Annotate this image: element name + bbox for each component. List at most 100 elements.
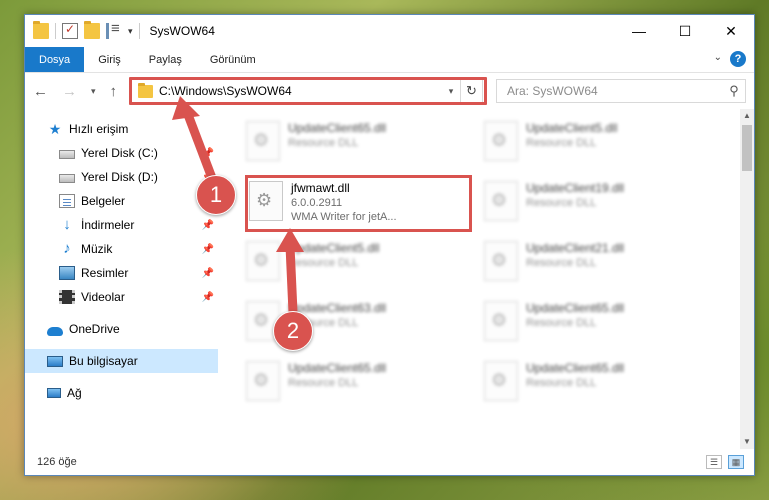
sidebar-item-network[interactable]: Ağ: [25, 381, 218, 405]
dll-file-icon: [484, 241, 518, 281]
scroll-up-icon[interactable]: ▲: [740, 109, 754, 123]
file-description: WMA Writer for jetA...: [291, 211, 397, 223]
recent-locations-chevron-icon[interactable]: ▾: [91, 86, 96, 97]
file-description: Resource DLL: [526, 257, 597, 269]
sidebar-item-label: Müzik: [81, 242, 113, 256]
navigation-buttons: ← → ▾ ↑: [25, 83, 117, 100]
music-icon: ♪: [63, 240, 71, 257]
vertical-scrollbar[interactable]: ▲ ▼: [740, 109, 754, 449]
file-item[interactable]: UpdateClient19.dll Resource DLL: [480, 177, 706, 227]
dll-file-icon: [484, 121, 518, 161]
tab-view[interactable]: Görünüm: [196, 47, 270, 72]
address-path[interactable]: C:\Windows\SysWOW64: [159, 84, 442, 98]
dll-file-icon: [484, 301, 518, 341]
explorer-window: ▾ SysWOW64 — ☐ ✕ Dosya Giriş Paylaş Görü…: [24, 14, 755, 476]
sidebar-item-onedrive[interactable]: OneDrive: [25, 317, 218, 341]
file-description: Resource DLL: [526, 137, 597, 149]
sidebar-item-local-disk-d[interactable]: Yerel Disk (D:) 📌: [25, 165, 218, 189]
address-dropdown-chevron-icon[interactable]: ▾: [442, 86, 460, 97]
file-item[interactable]: UpdateClient65.dll Resource DLL: [242, 117, 468, 167]
details-view-icon[interactable]: ☰: [706, 455, 722, 469]
search-box[interactable]: Ara: SysWOW64 ⚲: [496, 79, 746, 103]
pin-icon[interactable]: 📌: [202, 268, 214, 279]
sidebar-item-local-disk-c[interactable]: Yerel Disk (C:) 📌: [25, 141, 218, 165]
sidebar-item-label: OneDrive: [69, 322, 120, 336]
file-item[interactable]: UpdateClient21.dll Resource DLL: [480, 237, 706, 287]
pin-icon[interactable]: 📌: [202, 244, 214, 255]
computer-icon: [47, 355, 63, 367]
sidebar-item-quick-access[interactable]: ★ Hızlı erişim: [25, 117, 218, 141]
file-list: UpdateClient65.dll Resource DLL jfwmawt.…: [218, 109, 740, 449]
dll-file-icon: [246, 241, 280, 281]
file-name: UpdateClient65.dll: [288, 361, 387, 375]
status-bar: 126 öğe ☰ ▦: [25, 449, 754, 475]
sidebar-item-documents[interactable]: Belgeler 📌: [25, 189, 218, 213]
dll-file-icon: [484, 181, 518, 221]
dll-file-icon: [246, 121, 280, 161]
properties-icon[interactable]: [62, 22, 78, 39]
file-version: 6.0.0.2911: [291, 197, 343, 209]
star-icon: ★: [48, 121, 62, 137]
search-input[interactable]: Ara: SysWOW64: [507, 84, 723, 98]
pin-icon[interactable]: 📌: [202, 292, 214, 303]
sidebar-item-pictures[interactable]: Resimler 📌: [25, 261, 218, 285]
up-arrow-icon[interactable]: ↑: [110, 83, 118, 100]
videos-icon: [59, 290, 75, 304]
tab-home[interactable]: Giriş: [84, 47, 135, 72]
file-description: Resource DLL: [526, 377, 597, 389]
view-options-icon[interactable]: [106, 20, 122, 39]
minimize-button[interactable]: —: [616, 15, 662, 47]
drive-icon: [59, 150, 75, 159]
toolbar-divider: [55, 23, 56, 39]
file-name: UpdateClient5.dll: [288, 241, 380, 255]
sidebar-item-videos[interactable]: Videolar 📌: [25, 285, 218, 309]
back-arrow-icon[interactable]: ←: [33, 83, 48, 100]
address-bar[interactable]: C:\Windows\SysWOW64 ▾ ↻: [131, 79, 483, 103]
file-description: Resource DLL: [526, 317, 597, 329]
file-item-jfwmawt[interactable]: jfwmawt.dll 6.0.0.2911 WMA Writer for je…: [245, 177, 471, 227]
close-button[interactable]: ✕: [708, 15, 754, 47]
sidebar-item-downloads[interactable]: ↓ İndirmeler 📌: [25, 213, 218, 237]
new-folder-icon[interactable]: [84, 21, 100, 39]
tab-share[interactable]: Paylaş: [135, 47, 196, 72]
pin-icon[interactable]: 📌: [202, 220, 214, 231]
scrollbar-thumb[interactable]: [742, 125, 752, 171]
expand-ribbon-chevron-icon[interactable]: ⌄: [714, 52, 722, 63]
pin-icon[interactable]: 📌: [202, 148, 214, 159]
item-count: 126 öğe: [37, 456, 77, 468]
folder-icon: [138, 82, 153, 98]
sidebar-item-label: Ağ: [67, 386, 82, 400]
address-row: ← → ▾ ↑ C:\Windows\SysWOW64 ▾ ↻ Ara: Sys…: [25, 73, 754, 109]
drive-icon: [59, 174, 75, 183]
file-item[interactable]: UpdateClient65.dll Resource DLL: [480, 357, 706, 407]
help-icon[interactable]: ?: [730, 51, 746, 67]
tiles-view-icon[interactable]: ▦: [728, 455, 744, 469]
file-item[interactable]: UpdateClient5.dll Resource DLL: [242, 237, 468, 287]
dll-file-icon: [484, 361, 518, 401]
callout-badge-1: 1: [196, 175, 236, 215]
sidebar-item-this-pc[interactable]: Bu bilgisayar: [25, 349, 218, 373]
file-description: Resource DLL: [526, 197, 597, 209]
file-name: UpdateClient65.dll: [288, 121, 387, 135]
dll-file-icon: [246, 361, 280, 401]
tab-file[interactable]: Dosya: [25, 47, 85, 72]
toolbar-divider: [138, 23, 140, 39]
maximize-button[interactable]: ☐: [662, 15, 708, 47]
file-name: UpdateClient19.dll: [526, 181, 625, 195]
sidebar-item-music[interactable]: ♪ Müzik 📌: [25, 237, 218, 261]
forward-arrow-icon[interactable]: →: [62, 83, 77, 100]
file-item[interactable]: UpdateClient5.dll Resource DLL: [480, 117, 706, 167]
sidebar-item-label: Bu bilgisayar: [69, 354, 138, 368]
search-icon[interactable]: ⚲: [723, 83, 745, 99]
file-item[interactable]: UpdateClient65.dll Resource DLL: [242, 357, 468, 407]
file-description: Resource DLL: [288, 377, 359, 389]
dll-file-icon: [249, 181, 283, 221]
scroll-down-icon[interactable]: ▼: [740, 435, 754, 449]
file-name: jfwmawt.dll: [291, 181, 350, 195]
file-name: UpdateClient21.dll: [526, 241, 625, 255]
window-title: SysWOW64: [149, 24, 215, 38]
file-item[interactable]: UpdateClient65.dll Resource DLL: [480, 297, 706, 347]
refresh-icon[interactable]: ↻: [460, 80, 482, 102]
view-toggle: ☰ ▦: [706, 455, 744, 469]
qat-chevron-down-icon[interactable]: ▾: [128, 26, 133, 37]
